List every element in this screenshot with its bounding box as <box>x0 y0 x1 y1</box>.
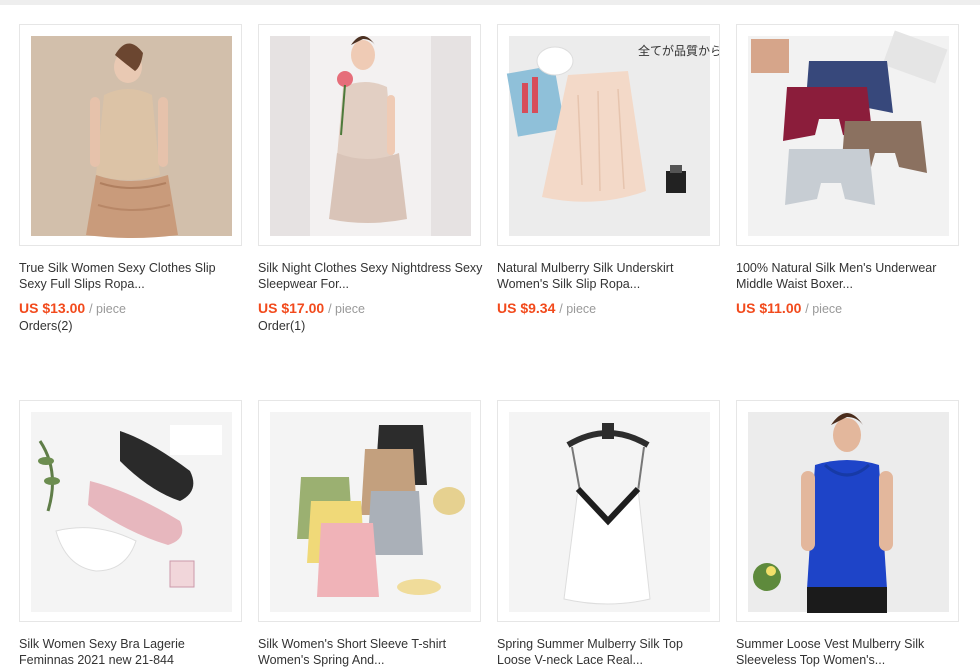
product-title[interactable]: Natural Mulberry Silk Underskirt Women's… <box>497 260 722 292</box>
product-image[interactable] <box>497 400 720 622</box>
price-line: US $11.00 / piece <box>736 300 842 316</box>
product-title[interactable]: True Silk Women Sexy Clothes Slip Sexy F… <box>19 260 244 292</box>
image-caption: 全てが品質から <box>638 43 720 58</box>
product-photo <box>31 412 232 612</box>
price-line: US $9.34 / piece <box>497 300 596 316</box>
order-count: Orders(2) <box>19 319 73 333</box>
price-unit: / piece <box>559 302 597 316</box>
price-unit: / piece <box>89 302 126 316</box>
product-title[interactable]: Silk Women Sexy Bra Lagerie Feminnas 202… <box>19 636 244 668</box>
product-photo <box>270 412 471 612</box>
product-image[interactable] <box>736 24 959 246</box>
product-title[interactable]: Spring Summer Mulberry Silk Top Loose V-… <box>497 636 722 668</box>
product-title[interactable]: Silk Night Clothes Sexy Nightdress Sexy … <box>258 260 483 292</box>
product-image[interactable] <box>258 24 481 246</box>
product-title[interactable]: 100% Natural Silk Men's Underwear Middle… <box>736 260 961 292</box>
product-price: US $17.00 <box>258 300 325 316</box>
product-card: Silk Night Clothes Sexy Nightdress Sexy … <box>258 24 483 344</box>
price-line: US $13.00 / piece <box>19 300 126 316</box>
price-unit: / piece <box>328 302 365 316</box>
product-image[interactable] <box>736 400 959 622</box>
product-card: Silk Women's Short Sleeve T-shirt Women'… <box>258 400 483 667</box>
product-card: 全てが品質から Natural Mulberry Silk Underskirt… <box>497 24 722 344</box>
product-photo <box>509 412 710 612</box>
product-price: US $13.00 <box>19 300 86 316</box>
product-card: Spring Summer Mulberry Silk Top Loose V-… <box>497 400 722 667</box>
product-card: 100% Natural Silk Men's Underwear Middle… <box>736 24 961 344</box>
price-unit: / piece <box>805 302 843 316</box>
product-title[interactable]: Silk Women's Short Sleeve T-shirt Women'… <box>258 636 483 668</box>
order-count: Order(1) <box>258 319 306 333</box>
product-photo <box>31 36 232 238</box>
product-title[interactable]: Summer Loose Vest Mulberry Silk Sleevele… <box>736 636 961 668</box>
product-photo <box>270 36 471 236</box>
product-photo: 全てが品質から <box>506 36 720 236</box>
product-card: Summer Loose Vest Mulberry Silk Sleevele… <box>736 400 961 667</box>
product-card: Silk Women Sexy Bra Lagerie Feminnas 202… <box>19 400 244 667</box>
price-line: US $17.00 / piece <box>258 300 365 316</box>
product-image[interactable] <box>258 400 481 622</box>
product-price: US $9.34 <box>497 300 556 316</box>
product-grid: True Silk Women Sexy Clothes Slip Sexy F… <box>0 0 980 667</box>
product-photo <box>748 412 949 613</box>
product-card: True Silk Women Sexy Clothes Slip Sexy F… <box>19 24 244 344</box>
product-photo <box>748 30 949 236</box>
product-image[interactable] <box>19 400 242 622</box>
product-image[interactable]: 全てが品質から <box>497 24 720 246</box>
product-image[interactable] <box>19 24 242 246</box>
product-price: US $11.00 <box>736 300 802 316</box>
